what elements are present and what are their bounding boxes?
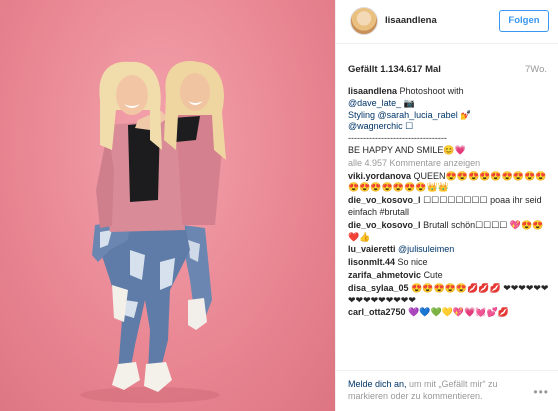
login-prompt: Melde dich an, um mit „Gefällt mir“ zu m… bbox=[348, 378, 528, 402]
comment-text: So nice bbox=[397, 257, 428, 268]
comment: lisonmlt.44 So nice bbox=[348, 257, 553, 269]
comments-list: lisaandlena Photoshoot with @dave_late_ … bbox=[348, 86, 553, 320]
comment: lu_vaieretti @julisuleimen bbox=[348, 244, 553, 256]
caption-line: --------------------------------- bbox=[348, 133, 447, 144]
comment: disa_sylaa_05 😍😍😍😍😍💋💋💋 ❤❤❤❤❤❤❤❤❤❤❤❤❤❤❤ bbox=[348, 283, 553, 307]
comment-username[interactable]: carl_otta2750 bbox=[348, 307, 406, 317]
comment-username[interactable]: disa_sylaa_05 bbox=[348, 283, 409, 293]
comment-username[interactable]: viki.yordanova bbox=[348, 171, 411, 181]
caption-line[interactable]: @wagnerchic ☐ bbox=[348, 121, 553, 133]
comment: carl_otta2750 💜💙💚💛💖💗💓💕💋 bbox=[348, 307, 553, 319]
post-photo[interactable] bbox=[0, 0, 335, 411]
comment-username[interactable]: zarifa_ahmetovic bbox=[348, 270, 421, 280]
comment-text: Cute bbox=[423, 269, 443, 280]
comment-username[interactable]: lisonmlt.44 bbox=[348, 257, 395, 267]
comment-username[interactable]: die_vo_kosovo_l bbox=[348, 220, 421, 230]
comment-text: 💜💙💚💛💖💗💓💕💋 bbox=[408, 307, 509, 318]
follow-button[interactable]: Folgen bbox=[499, 10, 549, 32]
caption-line[interactable]: @dave_late_ 📷 bbox=[348, 98, 553, 110]
comment-footer: Melde dich an, um mit „Gefällt mir“ zu m… bbox=[336, 370, 558, 411]
comment: zarifa_ahmetovic Cute bbox=[348, 270, 553, 282]
post-header: lisaandlena Folgen bbox=[336, 0, 558, 44]
login-link[interactable]: Melde dich an, bbox=[348, 379, 407, 389]
comment-username[interactable]: die_vo_kosovo_l bbox=[348, 195, 421, 205]
avatar[interactable] bbox=[350, 7, 378, 35]
ellipsis-icon[interactable]: ••• bbox=[533, 385, 549, 399]
photo-illustration bbox=[80, 61, 226, 403]
post-side-panel: lisaandlena Folgen Gefällt 1.134.617 Mal… bbox=[335, 0, 558, 411]
caption-line: BE HAPPY AND SMILE😊💗 bbox=[348, 144, 466, 155]
comment: die_vo_kosovo_l ☐☐☐☐☐☐☐☐ poaa ihr seid e… bbox=[348, 195, 553, 219]
comment: die_vo_kosovo_l Brutall schön☐☐☐☐ 💖😍😍❤️👍 bbox=[348, 220, 553, 244]
username[interactable]: lisaandlena bbox=[385, 15, 437, 26]
caption: lisaandlena Photoshoot with @dave_late_ … bbox=[348, 86, 553, 157]
comment-username[interactable]: lu_vaieretti bbox=[348, 244, 396, 254]
caption-line: Photoshoot with bbox=[399, 86, 464, 96]
comment-text[interactable]: @julisuleimen bbox=[398, 244, 454, 254]
instagram-post: lisaandlena Folgen Gefällt 1.134.617 Mal… bbox=[0, 0, 558, 411]
view-all-comments[interactable]: alle 4.957 Kommentare anzeigen bbox=[348, 158, 553, 170]
caption-username[interactable]: lisaandlena bbox=[348, 86, 397, 96]
post-time[interactable]: 7Wo. bbox=[525, 64, 547, 75]
comment: viki.yordanova QUEEN😍😍😍😍😍😍😍😍😍😍😍😍😍😍😍😍👑👑 bbox=[348, 171, 553, 195]
likes-count[interactable]: Gefällt 1.134.617 Mal bbox=[348, 64, 441, 75]
caption-line[interactable]: Styling @sarah_lucia_rabel 💅 bbox=[348, 110, 553, 122]
